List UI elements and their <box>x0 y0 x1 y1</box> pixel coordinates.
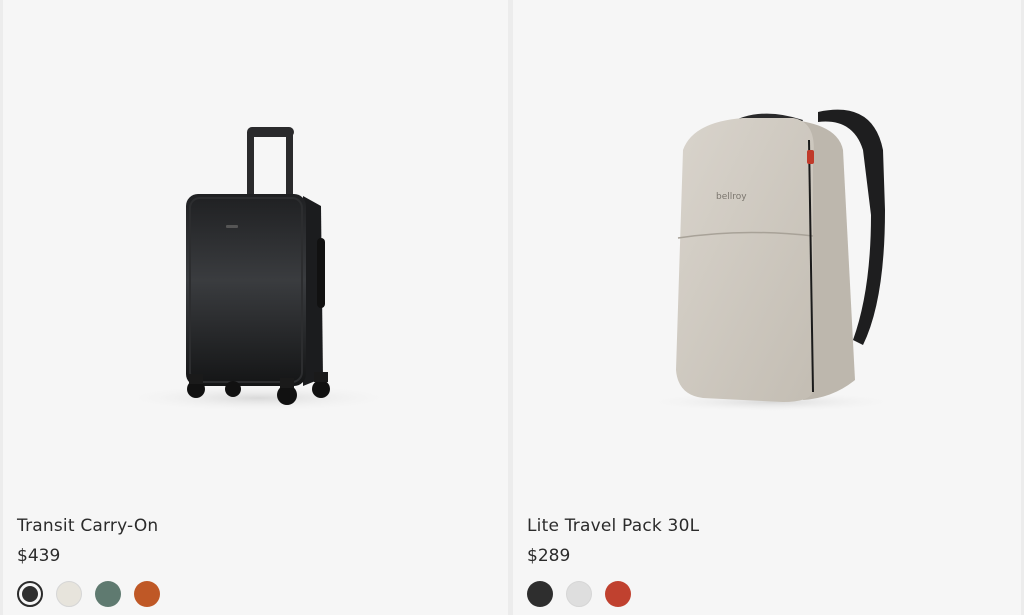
suitcase-image <box>118 127 398 412</box>
color-swatches <box>527 581 631 607</box>
swatch-cream[interactable] <box>56 581 82 607</box>
swatch-red[interactable] <box>605 581 631 607</box>
swatch-black[interactable] <box>17 581 43 607</box>
product-name[interactable]: Transit Carry-On <box>17 516 158 536</box>
color-swatches <box>17 581 160 607</box>
bellroy-logo: bellroy <box>716 192 747 202</box>
product-image-backpack[interactable]: bellroy <box>513 0 1021 500</box>
swatch-black[interactable] <box>527 581 553 607</box>
product-price: $439 <box>17 546 61 566</box>
product-grid: Transit Carry-On $439 bellroy Lite Trave… <box>0 0 1024 615</box>
product-price: $289 <box>527 546 571 566</box>
product-image-suitcase[interactable] <box>3 0 508 500</box>
product-name[interactable]: Lite Travel Pack 30L <box>527 516 699 536</box>
swatch-sage-green[interactable] <box>95 581 121 607</box>
backpack-image: bellroy <box>641 109 901 412</box>
product-card-lite-travel-pack[interactable]: bellroy Lite Travel Pack 30L $289 <box>513 0 1021 615</box>
product-card-transit-carry-on[interactable]: Transit Carry-On $439 <box>3 0 508 615</box>
swatch-burnt-orange[interactable] <box>134 581 160 607</box>
swatch-light-grey[interactable] <box>566 581 592 607</box>
